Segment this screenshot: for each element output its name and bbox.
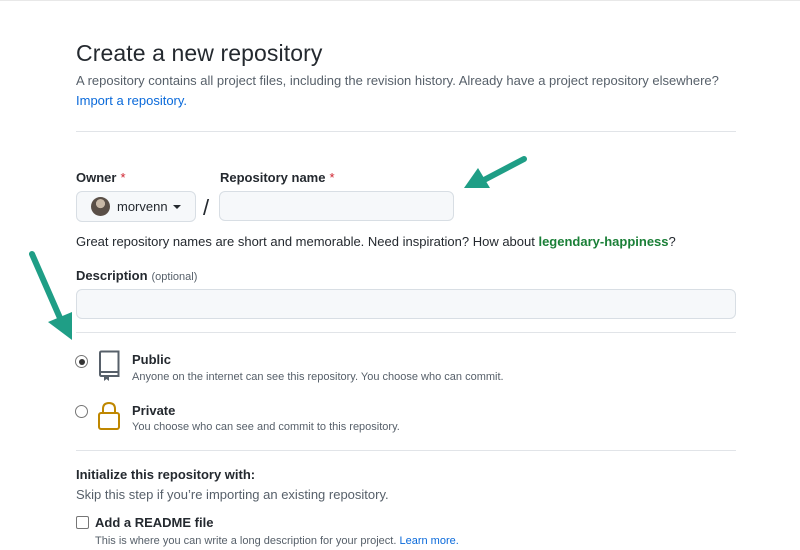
optional-label: (optional)	[151, 271, 198, 283]
initialize-title: Initialize this repository with:	[76, 467, 256, 482]
readme-label[interactable]: Add a README file	[95, 515, 213, 530]
owner-label: Owner *	[76, 170, 126, 185]
avatar	[91, 197, 110, 216]
private-option-desc: You choose who can see and commit to thi…	[132, 421, 400, 433]
readme-description: This is where you can write a long descr…	[95, 535, 459, 547]
arrow-annotation-icon	[29, 251, 72, 340]
initialize-subtitle: Skip this step if you’re importing an ex…	[76, 487, 389, 502]
public-option-desc: Anyone on the internet can see this repo…	[132, 371, 504, 383]
visibility-divider	[76, 450, 736, 451]
required-mark: *	[120, 170, 126, 185]
private-radio[interactable]	[75, 405, 88, 418]
repository-name-label: Repository name *	[220, 170, 335, 185]
required-mark: *	[329, 170, 335, 185]
description-input[interactable]	[76, 289, 736, 319]
owner-repo-separator: /	[203, 195, 210, 220]
owner-dropdown[interactable]: morvenn	[76, 191, 196, 222]
import-repository-link[interactable]: Import a repository.	[76, 93, 187, 108]
lock-icon	[98, 401, 120, 430]
name-hint: Great repository names are short and mem…	[76, 234, 676, 249]
readme-checkbox[interactable]	[76, 516, 89, 529]
caret-down-icon	[172, 204, 181, 209]
page-title: Create a new repository	[76, 40, 323, 66]
name-suggestion[interactable]: legendary-happiness	[538, 234, 668, 249]
repository-name-input[interactable]	[219, 191, 454, 221]
header-divider	[76, 131, 736, 132]
owner-name: morvenn	[117, 199, 168, 214]
private-option-title: Private	[132, 403, 176, 418]
arrow-annotation-icon	[464, 156, 527, 188]
page-subtitle: A repository contains all project files,…	[76, 73, 719, 88]
top-border	[0, 0, 800, 1]
public-radio[interactable]	[75, 355, 88, 368]
public-option-title: Public	[132, 352, 172, 367]
learn-more-link[interactable]: Learn more.	[399, 535, 458, 547]
repo-icon	[99, 350, 120, 381]
description-divider	[76, 332, 736, 333]
description-label: Description (optional)	[76, 268, 198, 283]
